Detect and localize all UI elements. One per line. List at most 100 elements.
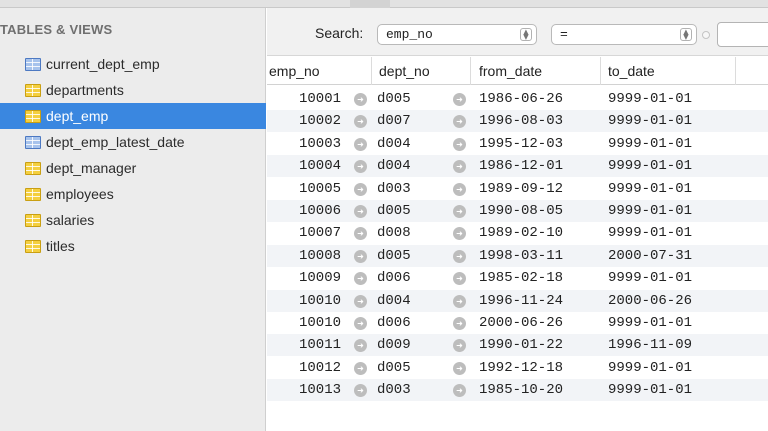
cell-emp-no[interactable]: 10004 bbox=[267, 158, 341, 174]
cell-from-date[interactable]: 1998-03-11 bbox=[479, 248, 563, 264]
sidebar-item-departments[interactable]: departments bbox=[0, 77, 266, 103]
cell-dept-no[interactable]: d005 bbox=[377, 248, 411, 264]
foreign-key-arrow-icon[interactable]: ➜ bbox=[354, 384, 367, 398]
table-row[interactable]: 10004 ➜ d004 ➜ 1986-12-01 9999-01-01 bbox=[267, 155, 768, 178]
foreign-key-arrow-icon[interactable]: ➜ bbox=[453, 160, 466, 174]
foreign-key-arrow-icon[interactable]: ➜ bbox=[354, 249, 367, 263]
cell-from-date[interactable]: 1985-10-20 bbox=[479, 382, 563, 398]
cell-emp-no[interactable]: 10007 bbox=[267, 225, 341, 241]
foreign-key-arrow-icon[interactable]: ➜ bbox=[453, 227, 466, 241]
cell-dept-no[interactable]: d003 bbox=[377, 382, 411, 398]
table-row[interactable]: 10007 ➜ d008 ➜ 1989-02-10 9999-01-01 bbox=[267, 222, 768, 244]
sidebar-item-salaries[interactable]: salaries bbox=[0, 207, 266, 233]
sidebar-item-titles[interactable]: titles bbox=[0, 233, 266, 259]
table-row[interactable]: 10002 ➜ d007 ➜ 1996-08-03 9999-01-01 bbox=[267, 110, 768, 133]
table-row[interactable]: 10012 ➜ d005 ➜ 1992-12-18 9999-01-01 bbox=[267, 357, 768, 379]
foreign-key-arrow-icon[interactable]: ➜ bbox=[453, 182, 466, 196]
cell-to-date[interactable]: 2000-06-26 bbox=[608, 293, 692, 309]
cell-from-date[interactable]: 1986-06-26 bbox=[479, 91, 563, 107]
column-separator[interactable] bbox=[470, 57, 471, 85]
cell-from-date[interactable]: 1996-11-24 bbox=[479, 293, 563, 309]
column-separator[interactable] bbox=[371, 57, 372, 85]
cell-emp-no[interactable]: 10010 bbox=[267, 315, 341, 331]
search-value-input[interactable] bbox=[717, 22, 768, 47]
cell-emp-no[interactable]: 10013 bbox=[267, 382, 341, 398]
foreign-key-arrow-icon[interactable]: ➜ bbox=[453, 137, 466, 151]
cell-dept-no[interactable]: d009 bbox=[377, 337, 411, 353]
column-separator[interactable] bbox=[735, 57, 736, 85]
search-option-radio[interactable] bbox=[702, 31, 710, 39]
column-header-emp-no[interactable]: emp_no bbox=[269, 63, 320, 79]
cell-to-date[interactable]: 9999-01-01 bbox=[608, 136, 692, 152]
cell-emp-no[interactable]: 10002 bbox=[267, 113, 341, 129]
foreign-key-arrow-icon[interactable]: ➜ bbox=[453, 93, 466, 106]
column-header-from-date[interactable]: from_date bbox=[479, 63, 542, 79]
cell-dept-no[interactable]: d005 bbox=[377, 360, 411, 376]
cell-dept-no[interactable]: d007 bbox=[377, 113, 411, 129]
table-row[interactable]: 10013 ➜ d003 ➜ 1985-10-20 9999-01-01 bbox=[267, 379, 768, 402]
cell-emp-no[interactable]: 10003 bbox=[267, 136, 341, 152]
foreign-key-arrow-icon[interactable]: ➜ bbox=[354, 272, 367, 286]
cell-to-date[interactable]: 9999-01-01 bbox=[608, 91, 692, 107]
foreign-key-arrow-icon[interactable]: ➜ bbox=[453, 249, 466, 263]
cell-emp-no[interactable]: 10001 bbox=[267, 91, 341, 107]
cell-emp-no[interactable]: 10005 bbox=[267, 181, 341, 197]
foreign-key-arrow-icon[interactable]: ➜ bbox=[453, 361, 466, 375]
cell-to-date[interactable]: 2000-07-31 bbox=[608, 248, 692, 264]
cell-from-date[interactable]: 1990-01-22 bbox=[479, 337, 563, 353]
search-field-select[interactable]: emp_no ▲ ▼ bbox=[377, 24, 537, 45]
cell-from-date[interactable]: 2000-06-26 bbox=[479, 315, 563, 331]
column-header-to-date[interactable]: to_date bbox=[608, 63, 655, 79]
table-row[interactable]: 10011 ➜ d009 ➜ 1990-01-22 1996-11-09 bbox=[267, 334, 768, 357]
foreign-key-arrow-icon[interactable]: ➜ bbox=[354, 205, 367, 218]
cell-to-date[interactable]: 9999-01-01 bbox=[608, 225, 692, 241]
foreign-key-arrow-icon[interactable]: ➜ bbox=[354, 160, 367, 174]
sidebar-item-dept-emp[interactable]: dept_emp bbox=[0, 103, 266, 129]
foreign-key-arrow-icon[interactable]: ➜ bbox=[354, 137, 367, 151]
cell-emp-no[interactable]: 10009 bbox=[267, 270, 341, 286]
foreign-key-arrow-icon[interactable]: ➜ bbox=[453, 384, 466, 398]
cell-from-date[interactable]: 1985-02-18 bbox=[479, 270, 563, 286]
sidebar-item-dept-emp-latest-date[interactable]: dept_emp_latest_date bbox=[0, 129, 266, 155]
cell-from-date[interactable]: 1996-08-03 bbox=[479, 113, 563, 129]
cell-emp-no[interactable]: 10006 bbox=[267, 203, 341, 219]
cell-to-date[interactable]: 9999-01-01 bbox=[608, 181, 692, 197]
cell-dept-no[interactable]: d006 bbox=[377, 315, 411, 331]
sidebar-item-dept-manager[interactable]: dept_manager bbox=[0, 155, 266, 181]
sidebar-item-current-dept-emp[interactable]: current_dept_emp bbox=[0, 51, 266, 77]
cell-to-date[interactable]: 9999-01-01 bbox=[608, 158, 692, 174]
cell-dept-no[interactable]: d004 bbox=[377, 158, 411, 174]
table-row[interactable]: 10010 ➜ d006 ➜ 2000-06-26 9999-01-01 bbox=[267, 312, 768, 334]
sidebar-item-employees[interactable]: employees bbox=[0, 181, 266, 207]
cell-emp-no[interactable]: 10010 bbox=[267, 293, 341, 309]
cell-to-date[interactable]: 9999-01-01 bbox=[608, 382, 692, 398]
cell-to-date[interactable]: 9999-01-01 bbox=[608, 315, 692, 331]
cell-from-date[interactable]: 1992-12-18 bbox=[479, 360, 563, 376]
foreign-key-arrow-icon[interactable]: ➜ bbox=[354, 339, 367, 353]
cell-dept-no[interactable]: d008 bbox=[377, 225, 411, 241]
cell-to-date[interactable]: 9999-01-01 bbox=[608, 113, 692, 129]
table-row[interactable]: 10005 ➜ d003 ➜ 1989-09-12 9999-01-01 bbox=[267, 178, 768, 200]
foreign-key-arrow-icon[interactable]: ➜ bbox=[453, 115, 466, 129]
cell-emp-no[interactable]: 10008 bbox=[267, 248, 341, 264]
foreign-key-arrow-icon[interactable]: ➜ bbox=[453, 272, 466, 286]
foreign-key-arrow-icon[interactable]: ➜ bbox=[453, 317, 466, 330]
table-row[interactable]: 10001 ➜ d005 ➜ 1986-06-26 9999-01-01 bbox=[267, 88, 768, 110]
foreign-key-arrow-icon[interactable]: ➜ bbox=[354, 361, 367, 375]
cell-dept-no[interactable]: d005 bbox=[377, 91, 411, 107]
foreign-key-arrow-icon[interactable]: ➜ bbox=[453, 205, 466, 218]
cell-from-date[interactable]: 1986-12-01 bbox=[479, 158, 563, 174]
cell-from-date[interactable]: 1989-02-10 bbox=[479, 225, 563, 241]
cell-from-date[interactable]: 1995-12-03 bbox=[479, 136, 563, 152]
column-header-dept-no[interactable]: dept_no bbox=[379, 63, 430, 79]
cell-from-date[interactable]: 1990-08-05 bbox=[479, 203, 563, 219]
cell-emp-no[interactable]: 10011 bbox=[267, 337, 341, 353]
cell-to-date[interactable]: 9999-01-01 bbox=[608, 203, 692, 219]
table-row[interactable]: 10010 ➜ d004 ➜ 1996-11-24 2000-06-26 bbox=[267, 289, 768, 312]
table-row[interactable]: 10009 ➜ d006 ➜ 1985-02-18 9999-01-01 bbox=[267, 267, 768, 289]
search-operator-select[interactable]: = ▲ ▼ bbox=[551, 24, 697, 45]
table-row[interactable]: 10006 ➜ d005 ➜ 1990-08-05 9999-01-01 bbox=[267, 200, 768, 222]
cell-to-date[interactable]: 9999-01-01 bbox=[608, 270, 692, 286]
foreign-key-arrow-icon[interactable]: ➜ bbox=[354, 317, 367, 330]
cell-to-date[interactable]: 1996-11-09 bbox=[608, 337, 692, 353]
